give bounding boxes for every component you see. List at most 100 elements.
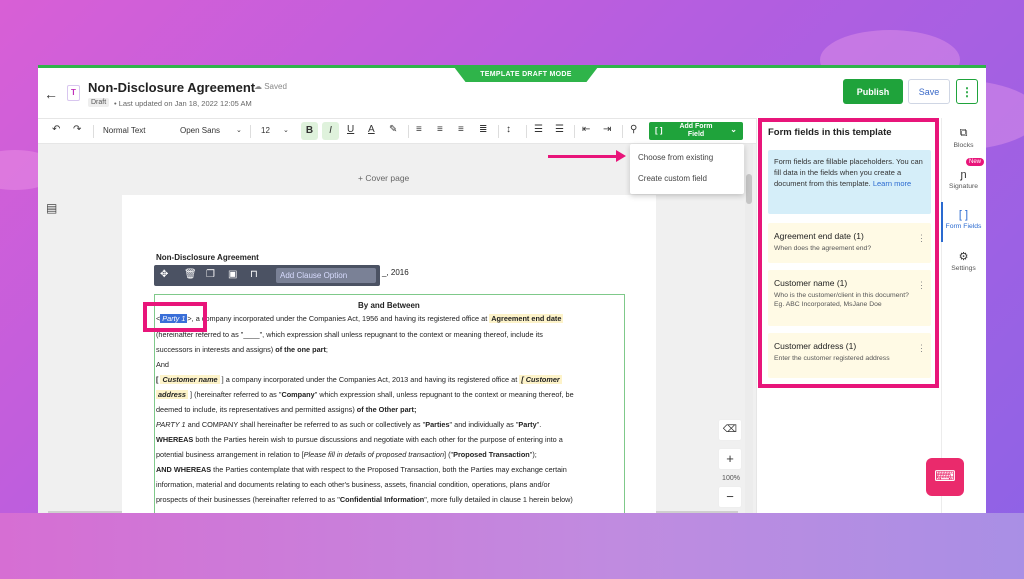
menu-item-choose-existing[interactable]: Choose from existing bbox=[638, 153, 713, 162]
document-line[interactable]: deemed to include, its representatives a… bbox=[156, 405, 416, 414]
rail-label: Blocks bbox=[953, 142, 974, 149]
chevron-down-icon: ⌄ bbox=[730, 125, 737, 134]
text-run: successors in interests and assigns) bbox=[156, 345, 276, 354]
rail-item-blocks[interactable]: ⧉ Blocks bbox=[941, 127, 986, 149]
redo-icon[interactable]: ↷ bbox=[73, 124, 81, 135]
form-field-chip[interactable]: Agreement end date bbox=[489, 314, 564, 323]
document-line[interactable]: successors in interests and assigns) of … bbox=[156, 345, 328, 354]
document-line[interactable]: potential business arrangement in relati… bbox=[156, 450, 537, 459]
rail-item-settings[interactable]: ⚙ Settings bbox=[941, 250, 986, 272]
italic-icon[interactable]: I bbox=[322, 122, 339, 140]
align-center-icon[interactable]: ≡ bbox=[437, 124, 443, 135]
save-clause-icon[interactable]: ▣ bbox=[228, 269, 237, 280]
underline-icon[interactable]: U bbox=[347, 124, 354, 135]
document-line[interactable]: AND WHEREAS the Parties contemplate that… bbox=[156, 465, 567, 474]
text-run: " which expression shall, unless repugna… bbox=[314, 390, 574, 399]
document-line[interactable]: PARTY 1 and COMPANY shall hereinafter be… bbox=[156, 420, 541, 429]
add-form-field-label: Add Form Field bbox=[679, 123, 713, 138]
document-date[interactable]: _, 2016 bbox=[382, 268, 409, 277]
form-field-chip[interactable]: Customer name bbox=[160, 375, 220, 384]
lock-icon[interactable]: ⊓ bbox=[250, 269, 258, 280]
chevron-down-icon[interactable]: ⌄ bbox=[283, 126, 289, 134]
add-form-field-button[interactable]: [ ] Add Form Field ⌄ bbox=[649, 122, 743, 140]
text-run: (hereinafter referred to as "____", whic… bbox=[156, 330, 543, 339]
back-arrow-icon[interactable]: ← bbox=[44, 86, 58, 102]
bullet-list-icon[interactable]: ☰ bbox=[534, 124, 543, 135]
paint-format-icon[interactable]: ⌫ bbox=[718, 419, 742, 441]
rail-label: Form Fields bbox=[945, 223, 982, 230]
annotation-arrow-head bbox=[616, 150, 626, 162]
chat-icon: ⌨ bbox=[934, 468, 956, 485]
indent-decrease-icon[interactable]: ⇤ bbox=[582, 124, 590, 135]
text-run: "); bbox=[529, 450, 537, 459]
chevron-down-icon[interactable]: ⌄ bbox=[236, 126, 242, 134]
text-run: >, a company incorporated under the Comp… bbox=[187, 314, 490, 323]
blocks-icon: ⧉ bbox=[959, 127, 968, 139]
bold-text: Company bbox=[281, 390, 315, 399]
bold-text: Parties bbox=[425, 420, 450, 429]
document-line[interactable]: address ] (hereinafter referred to as "C… bbox=[156, 390, 574, 399]
highlight-box bbox=[143, 302, 207, 332]
publish-button[interactable]: Publish bbox=[843, 79, 903, 104]
more-options-button[interactable]: ⋮ bbox=[956, 79, 978, 104]
rail-label: Settings bbox=[951, 265, 976, 272]
text-run: ; bbox=[325, 345, 328, 354]
outline-icon[interactable]: ▤ bbox=[46, 201, 57, 215]
document-heading[interactable]: Non-Disclosure Agreement bbox=[156, 253, 259, 262]
vertical-scrollbar[interactable] bbox=[745, 144, 753, 513]
document-title[interactable]: Non-Disclosure Agreement bbox=[88, 80, 255, 95]
rail-item-form-fields[interactable]: [ ] Form Fields bbox=[941, 209, 986, 230]
add-clause-option-button[interactable]: Add Clause Option bbox=[276, 268, 376, 283]
by-and-between-heading: By and Between bbox=[358, 301, 420, 310]
document-line[interactable]: And bbox=[156, 360, 169, 369]
bold-icon[interactable]: B bbox=[301, 122, 318, 140]
highlighter-icon[interactable]: ✎ bbox=[389, 124, 397, 135]
add-cover-page[interactable]: + Cover page bbox=[358, 173, 409, 183]
text-color-icon[interactable]: A bbox=[368, 124, 375, 135]
zoom-level: 100% bbox=[722, 475, 740, 482]
save-button[interactable]: Save bbox=[908, 79, 950, 104]
numbered-list-icon[interactable]: ☰ bbox=[555, 124, 564, 135]
form-field-chip[interactable]: address bbox=[156, 390, 188, 399]
gear-icon: ⚙ bbox=[958, 251, 969, 263]
rail-item-signature[interactable]: ɲ Signature bbox=[941, 169, 986, 190]
text-run: information, material and documents rela… bbox=[156, 480, 551, 489]
menu-item-create-custom[interactable]: Create custom field bbox=[638, 174, 707, 183]
form-field-chip[interactable]: [ Customer bbox=[519, 375, 562, 384]
bold-text: WHEREAS bbox=[156, 435, 194, 444]
document-line[interactable]: information, material and documents rela… bbox=[156, 480, 550, 489]
last-updated: • Last updated on Jan 18, 2022 12:05 AM bbox=[114, 99, 252, 108]
document-line[interactable]: (hereinafter referred to as "____", whic… bbox=[156, 330, 543, 339]
line-spacing-icon[interactable]: ↕ bbox=[506, 124, 511, 135]
link-icon[interactable]: ⚲ bbox=[630, 124, 637, 135]
annotation-arrow bbox=[548, 155, 622, 158]
saved-status: ☁ Saved bbox=[254, 82, 287, 91]
indent-increase-icon[interactable]: ⇥ bbox=[603, 124, 611, 135]
justify-icon[interactable]: ≣ bbox=[479, 124, 487, 135]
delete-icon[interactable]: 🗑 bbox=[184, 269, 197, 280]
font-select[interactable]: Open Sans bbox=[180, 126, 220, 135]
text-style-select[interactable]: Normal Text bbox=[103, 126, 146, 135]
font-size-select[interactable]: 12 bbox=[261, 126, 270, 135]
text-run: ] (hereinafter referred to as " bbox=[188, 390, 282, 399]
text-run: prospects of their businesses (hereinaft… bbox=[156, 495, 340, 504]
move-icon[interactable]: ✥ bbox=[160, 269, 168, 280]
clause-toolbar: ✥ 🗑 ❐ ▣ ⊓ Add Clause Option bbox=[154, 265, 380, 286]
formatting-toolbar: ↶ ↷ Normal Text Open Sans ⌄ 12 ⌄ B I U A… bbox=[38, 118, 756, 144]
duplicate-icon[interactable]: ❐ bbox=[206, 269, 215, 280]
bold-text: of the one part bbox=[275, 345, 326, 354]
brackets-icon: [ ] bbox=[655, 126, 663, 135]
text-run: deemed to include, its representatives a… bbox=[156, 405, 357, 414]
text-run: ", more fully detailed in clause 1 herei… bbox=[424, 495, 573, 504]
undo-icon[interactable]: ↶ bbox=[52, 124, 60, 135]
zoom-out-button[interactable]: − bbox=[718, 486, 742, 508]
document-line[interactable]: < Party 1 >, a company incorporated under … bbox=[156, 314, 564, 323]
document-line[interactable]: prospects of their businesses (hereinaft… bbox=[156, 495, 573, 504]
align-left-icon[interactable]: ≡ bbox=[416, 124, 422, 135]
zoom-in-button[interactable]: + bbox=[718, 448, 742, 470]
text-run: the Parties contemplate that with respec… bbox=[211, 465, 567, 474]
align-right-icon[interactable]: ≡ bbox=[458, 124, 464, 135]
document-line[interactable]: [ Customer name ] a company incorporated… bbox=[156, 375, 562, 384]
document-line[interactable]: WHEREAS both the Parties herein wish to … bbox=[156, 435, 563, 444]
chat-button[interactable]: ⌨ bbox=[926, 458, 964, 496]
